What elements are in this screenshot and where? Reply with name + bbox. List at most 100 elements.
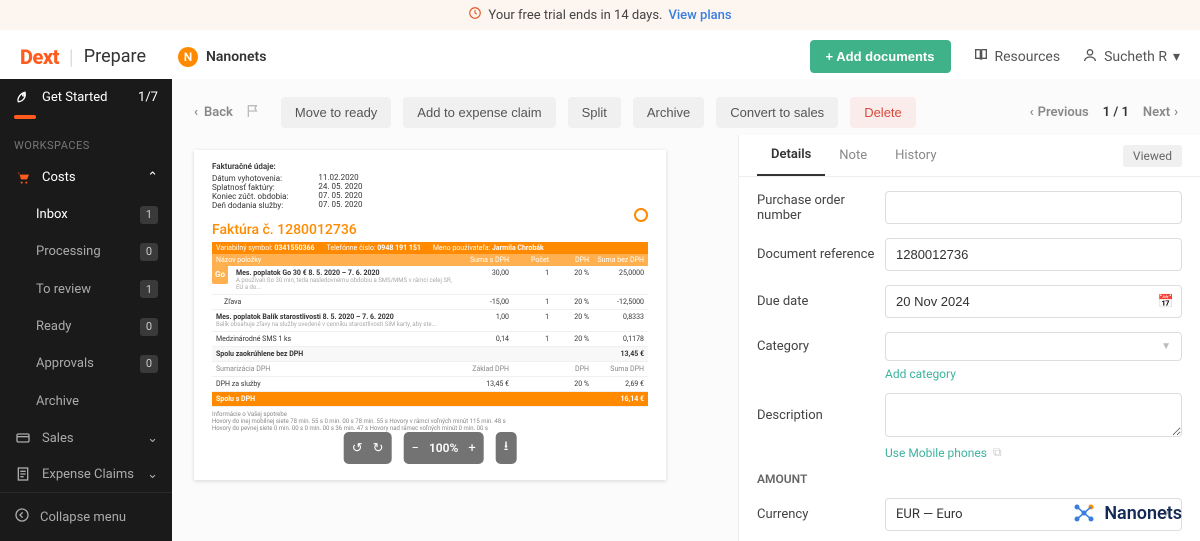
zoom-out-button[interactable]: −: [412, 441, 419, 456]
chevron-right-icon: ›: [1174, 105, 1178, 120]
go-badge: Go: [212, 264, 228, 284]
add-category-link[interactable]: Add category: [885, 367, 1182, 381]
category-select[interactable]: ▼: [885, 332, 1182, 361]
calendar-icon[interactable]: 📅: [1158, 294, 1174, 309]
sidebar-item-ready[interactable]: Ready0: [0, 308, 172, 345]
chevron-left-icon: ‹: [1030, 105, 1034, 120]
resources-link[interactable]: Resources: [973, 47, 1061, 67]
invoice-title: Faktúra č. 1280012736: [212, 222, 648, 238]
user-name: Sucheth R: [1104, 49, 1167, 65]
sidebar-item-processing[interactable]: Processing0: [0, 233, 172, 270]
cart-icon: [14, 170, 32, 186]
sidebar-item-inbox[interactable]: Inbox1: [0, 196, 172, 233]
table-row: DPH za služby13,45 €20 %2,69 €: [212, 377, 648, 392]
top-header: Dext | Prepare N Nanonets + Add document…: [0, 30, 1200, 84]
use-mobile-link[interactable]: Use Mobile phones ⧉: [885, 445, 1182, 460]
viewed-chip: Viewed: [1123, 145, 1182, 167]
table-row: Medzinárodné SMS 1 ks0,14120 %0,1178: [212, 332, 648, 347]
tab-history[interactable]: History: [881, 136, 950, 175]
download-icon[interactable]: ⭳: [504, 437, 509, 459]
docref-label: Document reference: [757, 247, 885, 262]
rotate-left-icon[interactable]: ↺: [352, 441, 363, 456]
card-icon: [14, 430, 32, 446]
po-label: Purchase order number: [757, 193, 885, 223]
invoice-info-bar: Variabilný symbol: 0341550366 Telefónne …: [212, 242, 648, 254]
description-textarea[interactable]: [885, 393, 1182, 437]
rotate-right-icon[interactable]: ↻: [373, 441, 384, 456]
sidebar-sales[interactable]: Sales ⌄: [0, 420, 172, 456]
tab-note[interactable]: Note: [825, 136, 881, 175]
table-row: Spolu zaokrúhlene bez DPH13,45 €: [212, 347, 648, 362]
invoice-table-header: Názov položky Suma s DPH Počet DPH Suma …: [212, 254, 648, 266]
user-icon: [1082, 47, 1098, 67]
document-viewer: Fakturačné údaje: Dátum vyhotovenia: Spl…: [172, 135, 738, 541]
page-counter: 1 / 1: [1103, 105, 1129, 120]
tab-details[interactable]: Details: [757, 135, 825, 176]
org-selector[interactable]: N Nanonets: [178, 47, 266, 67]
details-tabs: Details Note History Viewed: [739, 135, 1200, 177]
convert-to-sales-button[interactable]: Convert to sales: [716, 97, 838, 128]
nanonets-logo-icon: [1072, 501, 1096, 525]
table-row: Sumarizácia DPHZáklad DPHDPHSuma DPH: [212, 362, 648, 377]
costs-label: Costs: [42, 170, 76, 185]
po-input[interactable]: [885, 191, 1182, 224]
delete-button[interactable]: Delete: [850, 97, 916, 128]
docref-input[interactable]: [885, 238, 1182, 271]
doc-header-title: Fakturačné údaje:: [212, 162, 288, 171]
progress-bar: [14, 115, 36, 119]
add-to-expense-button[interactable]: Add to expense claim: [403, 97, 555, 128]
org-avatar: N: [178, 47, 198, 67]
amount-section-title: AMOUNT: [757, 472, 1182, 486]
chevron-down-icon: ⌄: [147, 467, 158, 482]
sidebar-expense-claims[interactable]: Expense Claims ⌄: [0, 456, 172, 492]
add-documents-button[interactable]: + Add documents: [810, 40, 951, 73]
sales-label: Sales: [42, 431, 74, 446]
collapse-icon: [14, 507, 30, 527]
sidebar-item-approvals[interactable]: Approvals0: [0, 345, 172, 382]
invoice-image[interactable]: Fakturačné údaje: Dátum vyhotovenia: Spl…: [194, 150, 666, 480]
sidebar-item-archive[interactable]: Archive: [0, 383, 172, 420]
main-area: Fakturačné údaje: Dátum vyhotovenia: Spl…: [172, 135, 1200, 541]
nanonets-label: Nanonets: [1104, 503, 1182, 524]
trial-banner: Your free trial ends in 14 days. View pl…: [0, 0, 1200, 30]
table-row: Spolu s DPH16,14 €: [212, 392, 648, 407]
trial-message: Your free trial ends in 14 days.: [488, 8, 662, 23]
logo-dext: Dext: [20, 45, 59, 69]
logo-prepare: Prepare: [84, 46, 146, 67]
back-button[interactable]: ‹ Back: [194, 105, 233, 120]
caret-down-icon: ▼: [1161, 341, 1171, 352]
user-menu[interactable]: Sucheth R ▾: [1082, 47, 1180, 67]
get-started-count: 1/7: [138, 90, 158, 105]
description-label: Description: [757, 408, 885, 423]
archive-button[interactable]: Archive: [633, 97, 704, 128]
chevron-up-icon: ⌃: [147, 170, 158, 185]
logo[interactable]: Dext | Prepare: [20, 45, 146, 69]
flag-icon[interactable]: [245, 103, 261, 123]
view-plans-link[interactable]: View plans: [668, 8, 731, 23]
collapse-menu[interactable]: Collapse menu: [0, 492, 172, 541]
currency-label: Currency: [757, 507, 885, 522]
get-started-label: Get Started: [42, 90, 107, 105]
sidebar-item-to-review[interactable]: To review1: [0, 271, 172, 308]
org-name: Nanonets: [206, 49, 266, 65]
nanonets-watermark: Nanonets: [1072, 501, 1182, 525]
split-button[interactable]: Split: [568, 97, 621, 128]
book-icon: [973, 47, 989, 67]
move-to-ready-button[interactable]: Move to ready: [281, 97, 391, 128]
clock-icon: [468, 6, 482, 24]
sidebar-costs[interactable]: Costs ⌃: [0, 160, 172, 196]
next-button[interactable]: Next›: [1143, 105, 1178, 120]
previous-button[interactable]: ‹Previous: [1030, 105, 1089, 120]
zoom-level: 100%: [429, 441, 458, 455]
table-row: Mes. poplatok Balík starostlivosti 8. 5.…: [212, 310, 648, 332]
duedate-input[interactable]: [885, 285, 1182, 318]
chevron-left-icon: ‹: [194, 105, 198, 120]
sidebar-get-started[interactable]: Get Started 1/7: [0, 79, 172, 115]
caret-down-icon: ▾: [1173, 49, 1180, 65]
zoom-in-button[interactable]: +: [468, 441, 475, 456]
table-row: Zľava-15,00120 %-12,5000: [212, 295, 648, 310]
receipt-icon: [14, 466, 32, 482]
phone-icon: [634, 208, 648, 222]
logo-separator: |: [69, 45, 74, 69]
chevron-down-icon: ⌄: [147, 431, 158, 446]
